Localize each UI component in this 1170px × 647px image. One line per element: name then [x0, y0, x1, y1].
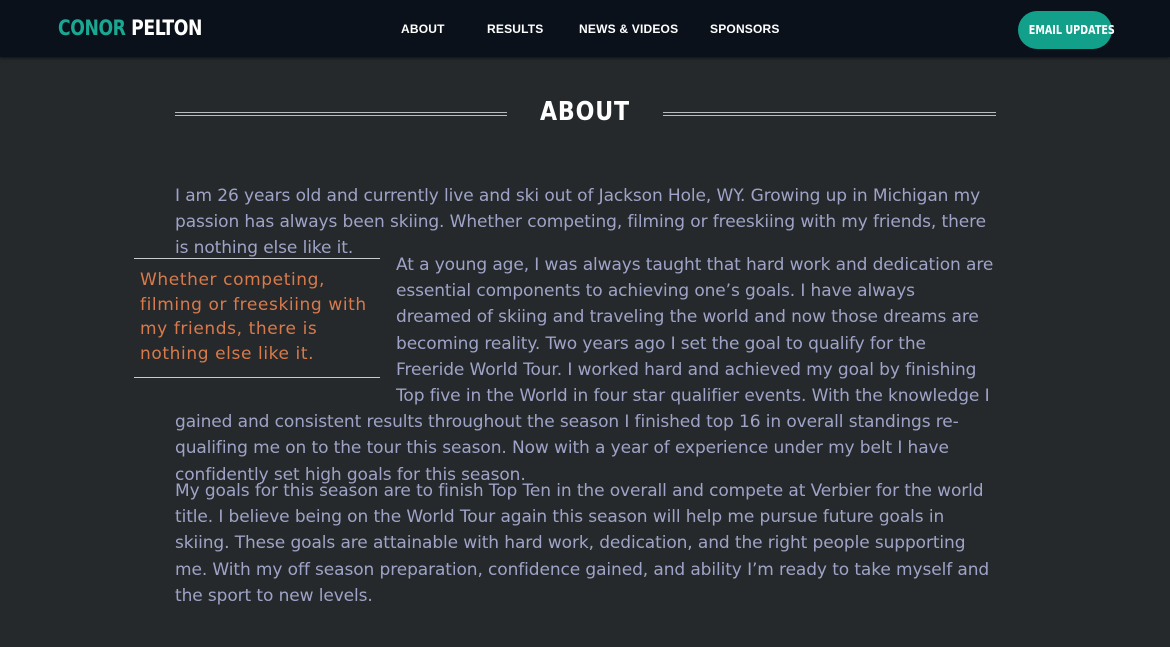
- nav-link-sponsors[interactable]: SPONSORS: [710, 22, 780, 36]
- nav-link-about[interactable]: ABOUT: [401, 22, 445, 36]
- logo-first-name: CONOR: [58, 16, 126, 40]
- pull-quote: Whether competing, filming or freeskiing…: [134, 258, 380, 378]
- about-paragraph-2-block: Whether competing, filming or freeskiing…: [134, 252, 995, 488]
- nav-link-news-videos[interactable]: NEWS & VIDEOS: [579, 22, 678, 36]
- title-rule-left: [175, 112, 507, 116]
- logo-last-name: PELTON: [131, 16, 202, 40]
- about-paragraph-1: I am 26 years old and currently live and…: [175, 186, 986, 259]
- email-updates-button[interactable]: EMAIL UPDATES: [1018, 11, 1115, 49]
- title-rule-right: [663, 112, 996, 116]
- section-title: ABOUT: [507, 97, 663, 127]
- site-logo[interactable]: CONOR PELTON: [58, 16, 202, 40]
- email-updates-label: EMAIL UPDATES: [1028, 23, 1115, 37]
- section-title-text: ABOUT: [539, 97, 630, 127]
- about-paragraph-3: My goals for this season are to finish T…: [175, 481, 990, 606]
- nav-link-results[interactable]: RESULTS: [487, 22, 544, 36]
- top-navigation-bar: CONOR PELTON ABOUT RESULTS NEWS & VIDEOS…: [0, 0, 1170, 57]
